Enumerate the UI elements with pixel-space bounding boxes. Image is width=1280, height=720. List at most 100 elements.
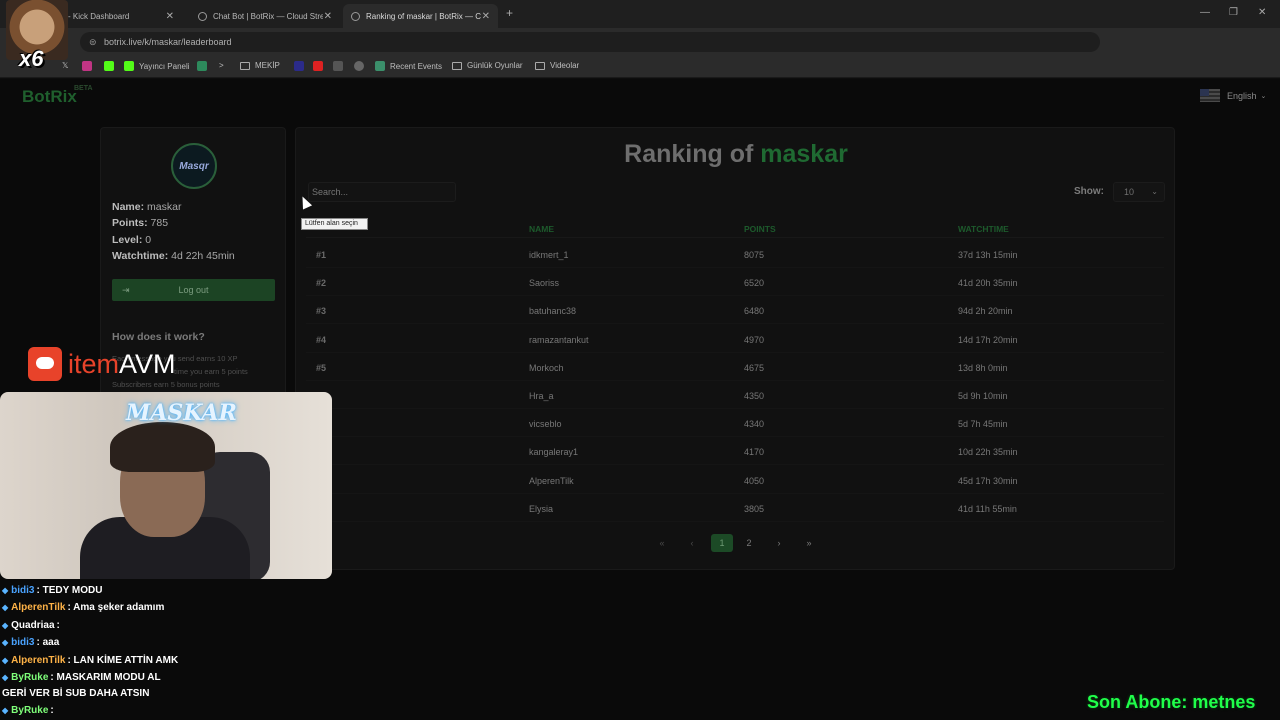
arrow-bookmark-icon[interactable]: > (219, 61, 224, 70)
tab-label: - Kick Dashboard (68, 11, 130, 21)
chat-message: ◆ AlperenTilk: Ama şeker adamım (2, 600, 332, 616)
chat-text: : MASKARIM MODU AL (50, 672, 161, 683)
name-cell: batuhanc38 (529, 306, 577, 317)
points-cell: 4340 (744, 419, 765, 430)
close-icon[interactable]: ✕ (482, 11, 490, 22)
multiplier-label: x6 (19, 46, 44, 71)
watchtime-cell: 5d 9h 10min (958, 391, 1008, 401)
watchtime-cell: 45d 17h 30min (958, 475, 1018, 486)
botrix-favicon-icon (198, 11, 207, 21)
search-input[interactable] (308, 182, 456, 202)
name-cell: Hra_a (529, 391, 554, 401)
close-icon[interactable]: ✕ (166, 11, 174, 22)
last-subscriber-label: Son Abone: metnes (1087, 692, 1256, 712)
table-row: Hra_a 4350 5d 9h 10min (306, 381, 1164, 409)
chat-message: GERİ VER Bİ SUB DAHA ATSIN (2, 686, 332, 702)
site-info-icon[interactable]: ⊜ (89, 32, 97, 52)
column-header-watchtime[interactable]: WATCHTIME (958, 224, 1009, 234)
profile-level: Level: 0 (112, 234, 152, 246)
tab-chat-bot[interactable]: Chat Bot | BotRix — Cloud Stre ✕ (190, 4, 340, 28)
webcam-hair (110, 422, 215, 472)
badge-icon: ◆ (2, 638, 9, 647)
watchtime-cell: 41d 11h 55min (958, 503, 1017, 514)
column-header-points[interactable]: POINTS (744, 224, 776, 234)
name-cell: AlperenTilk (529, 475, 574, 486)
chevron-down-icon: ⌄ (1260, 92, 1267, 100)
name-cell: ramazantankut (529, 334, 589, 345)
chat-text: : (56, 620, 60, 631)
points-cell: 4350 (744, 391, 765, 401)
chat-username: AlperenTilk (11, 655, 66, 666)
page-1-button[interactable]: 1 (711, 534, 733, 552)
image-bookmark-icon[interactable] (333, 61, 348, 71)
webcam-feed: MASKAR (0, 392, 332, 579)
restore-icon[interactable]: ❐ (1229, 7, 1238, 18)
chat-text: : (50, 705, 54, 716)
instagram-bookmark-icon[interactable] (82, 61, 97, 71)
badge-icon: ◆ (2, 656, 9, 665)
address-bar[interactable]: ⊜ botrix.live/k/maskar/leaderboard (80, 32, 1100, 52)
bookmark-folder-mekip[interactable]: MEKİP (240, 61, 280, 70)
new-tab-icon[interactable]: + (506, 6, 513, 20)
chat-message: ◆ AlperenTilk: LAN KİME ATTİN AMK (2, 653, 332, 669)
close-icon[interactable]: ✕ (324, 11, 332, 22)
bookmark-folder-gunluk-oyunlar[interactable]: Günlük Oyunlar (452, 61, 523, 70)
points-cell: 4170 (744, 447, 765, 458)
watchtime-cell: 41d 20h 35min (958, 278, 1018, 289)
badge-icon: ◆ (2, 706, 9, 715)
rank-cell: #1 (316, 250, 327, 260)
botrix-logo[interactable]: BotRix BETA (22, 85, 93, 107)
name-cell: Elysia (529, 503, 554, 514)
sponsor-logo: itemAVM (28, 344, 176, 384)
page-size-select[interactable]: 10 ⌄ (1113, 182, 1165, 202)
bookmark-icon[interactable] (354, 61, 369, 71)
next-page-button[interactable]: › (768, 534, 790, 552)
how-it-works-title: How does it work? (112, 331, 205, 343)
profile-points: Points: 785 (112, 217, 169, 229)
botrix-favicon-icon (351, 11, 360, 21)
rank-cell: #4 (316, 334, 327, 345)
language-selector[interactable]: English ⌄ (1200, 89, 1266, 102)
ranking-card: Ranking of maskar Show: 10 ⌄ NAME POINTS… (295, 127, 1175, 570)
prev-page-button[interactable]: ‹ (681, 534, 703, 552)
tab-kick-dashboard[interactable]: - Kick Dashboard ✕ (60, 4, 182, 28)
browser-toolbar: ⊜ botrix.live/k/maskar/leaderboard ⊞ ⊕ ☆… (0, 28, 1280, 74)
page-2-button[interactable]: 2 (738, 534, 760, 552)
close-window-icon[interactable]: ✕ (1258, 7, 1266, 18)
shopping-bag-icon (28, 347, 62, 381)
logout-button[interactable]: ⇥ Log out (112, 279, 275, 301)
x-bookmark-icon[interactable]: 𝕏 (62, 61, 68, 70)
bookmark-icon[interactable] (197, 61, 212, 71)
beta-badge: BETA (74, 85, 93, 92)
table-row: #2 Saoriss 6520 41d 20h 35min (306, 268, 1164, 297)
bookmark-recent-events[interactable]: Recent Events (375, 61, 442, 71)
chat-message: ◆ bidi3: aaa (2, 635, 332, 651)
chat-message: ◆ ByRuke: MASKARIM MODU AL (2, 670, 332, 686)
watchtime-cell: 94d 2h 20min (958, 306, 1013, 317)
tab-ranking[interactable]: Ranking of maskar | BotRix — C ✕ (343, 4, 498, 28)
chat-text: : LAN KİME ATTİN AMK (67, 655, 179, 666)
watchtime-cell: 5d 7h 45min (958, 419, 1008, 430)
bookmark-icon[interactable] (294, 61, 309, 71)
table-row: #1 idkmert_1 8075 37d 13h 15min (306, 240, 1164, 268)
name-cell: vicseblo (529, 419, 562, 430)
youtube-bookmark-icon[interactable] (313, 61, 328, 71)
last-page-button[interactable]: » (798, 534, 820, 552)
points-cell: 3805 (744, 503, 765, 514)
badge-icon: ◆ (2, 586, 9, 595)
watchtime-cell: 14d 17h 20min (958, 334, 1018, 345)
minimize-icon[interactable]: — (1200, 7, 1210, 18)
language-label: English (1227, 90, 1257, 101)
bookmark-folder-videolar[interactable]: Videolar (535, 61, 579, 70)
us-flag-icon (1200, 89, 1220, 102)
column-header-name[interactable]: NAME (529, 224, 554, 234)
bookmark-yayinci-paneli[interactable]: Yayıncı Paneli (124, 61, 190, 71)
points-cell: 4675 (744, 362, 765, 373)
kick-bookmark-icon[interactable] (104, 61, 119, 71)
chat-message: ◆ ByRuke: (2, 703, 332, 719)
bookmarks-bar: 𝕏 Yayıncı Paneli > MEKİP Recent Events G… (0, 56, 1280, 78)
points-cell: 6520 (744, 278, 765, 289)
first-page-button[interactable]: « (651, 534, 673, 552)
webcam-logo: MASKAR (126, 400, 237, 426)
points-cell: 6480 (744, 306, 765, 317)
